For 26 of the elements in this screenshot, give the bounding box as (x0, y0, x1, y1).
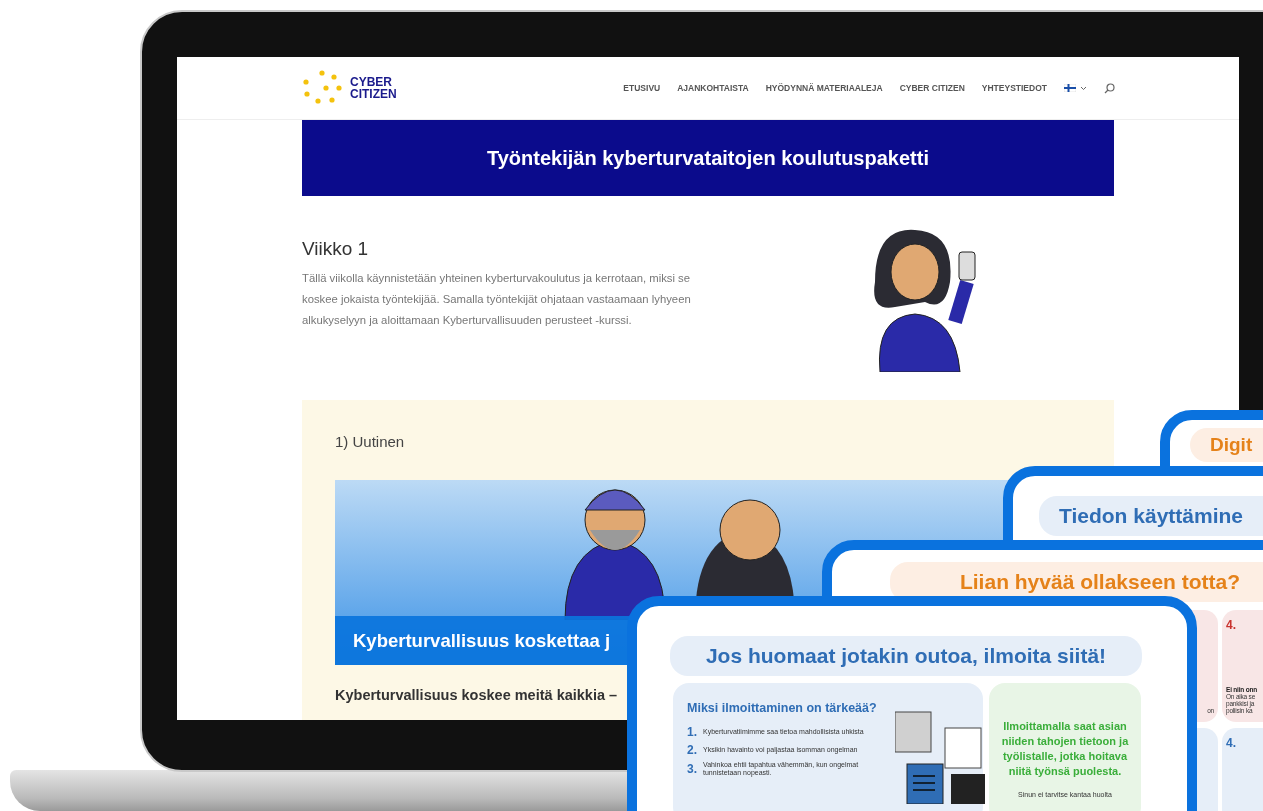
nav-link[interactable]: CYBER CITIZEN (899, 83, 965, 93)
tile-number: 4. (1226, 736, 1237, 750)
card-title: Jos huomaat jotakin outoa, ilmoita siitä! (670, 636, 1142, 676)
image-caption: Kyberturvallisuus koskettaa j (353, 629, 611, 652)
nav-link[interactable]: AJANKOHTAISTA (677, 83, 749, 93)
flag-icon[interactable] (1064, 84, 1076, 92)
nav-link[interactable]: HYÖDYNNÄ MATERIAALEJA (765, 83, 883, 93)
panel-heading: Miksi ilmoittaminen on tärkeää? (687, 701, 878, 715)
nav-link[interactable]: YHTEYSTIEDOT (981, 83, 1047, 93)
panel-text: Ilmoittamalla saat asian niiden tahojen tietoon ja työlistalle, jotka hoitava niitä työnsä puolesta. (1000, 719, 1130, 779)
search-icon[interactable] (1104, 82, 1115, 94)
stars-logo-icon (302, 70, 342, 106)
nav-link[interactable]: ETUSIVU (623, 83, 661, 93)
section-heading: 1) Uutinen (335, 433, 406, 450)
card-title: Tiedon käyttämine (1039, 496, 1263, 536)
list-number: 3. (687, 762, 697, 776)
news-lead: Kyberturvallisuus koskee meitä kaikkia – (335, 687, 619, 703)
week-description: Tällä viikolla käynnistetään yhteinen kyberturvakoulutus ja kerrotaan, miksi se koskee jokaista työntekijää. Samalla työntekijät ohjataan vastaamaan lyhyeen alkukyselyyn ja aloittamaan Kyberturvallisuuden perusteet -kurssi. (302, 271, 692, 328)
chevron-down-icon[interactable] (1080, 85, 1087, 91)
logo-text[interactable]: CYBER CITIZEN (350, 76, 420, 100)
list-number: 1. (687, 725, 697, 739)
banner-title: Työntekijän kyberturvataitojen koulutuspaketti (487, 146, 929, 170)
card-title: Digit (1190, 428, 1263, 462)
week-heading: Viikko 1 (302, 238, 370, 260)
list-number: 2. (687, 743, 697, 757)
tile-number: 4. (1226, 618, 1237, 632)
